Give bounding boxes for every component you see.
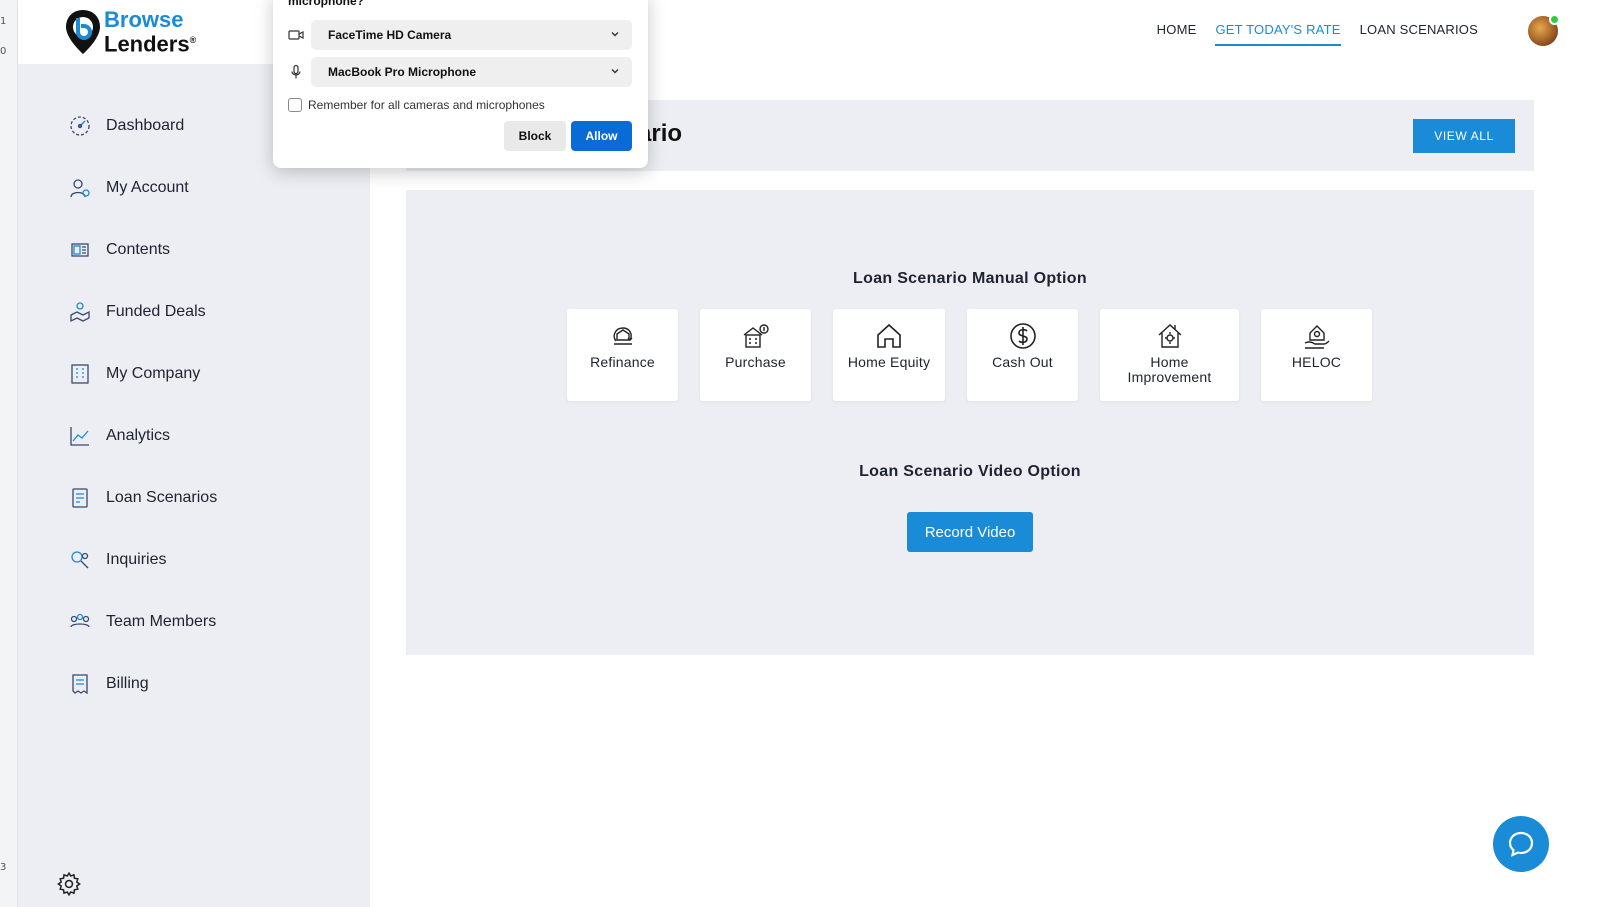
- analytics-icon: [68, 424, 92, 448]
- top-nav: HOME GET TODAY'S RATE LOAN SCENARIOS: [1157, 22, 1478, 46]
- sidebar-item-label: Loan Scenarios: [106, 489, 218, 506]
- nav-loan-scenarios[interactable]: LOAN SCENARIOS: [1360, 22, 1478, 46]
- video-option-title: Loan Scenario Video Option: [859, 463, 1081, 480]
- allow-button[interactable]: Allow: [571, 121, 632, 151]
- home-improvement-icon: [1158, 324, 1181, 348]
- option-label: Home Equity: [847, 354, 931, 370]
- microphone-icon: [291, 64, 301, 79]
- camera-select-row: FaceTime HD Camera: [288, 20, 632, 50]
- logo-line-1: Browse: [104, 7, 184, 32]
- sidebar-item-analytics[interactable]: Analytics: [68, 421, 170, 451]
- gear-icon[interactable]: [56, 871, 82, 897]
- edge-glyph: 1: [0, 16, 7, 27]
- sidebar-item-billing[interactable]: Billing: [68, 669, 149, 699]
- chat-bubble-icon: [1508, 831, 1534, 857]
- avatar[interactable]: [1528, 14, 1560, 46]
- sidebar: Dashboard My Account Contents Funded Dea…: [18, 64, 370, 907]
- remember-checkbox[interactable]: [288, 98, 302, 112]
- logo-pin-icon: [66, 10, 100, 54]
- view-all-button[interactable]: VIEW ALL: [1413, 119, 1515, 153]
- sidebar-item-my-company[interactable]: My Company: [68, 359, 200, 389]
- edge-glyph: 0: [0, 46, 7, 57]
- block-button[interactable]: Block: [504, 121, 566, 151]
- camera-select[interactable]: FaceTime HD Camera: [311, 20, 632, 50]
- option-card-cash-out[interactable]: Cash Out: [967, 309, 1078, 401]
- company-icon: [68, 362, 92, 386]
- logo-registered-mark: ®: [189, 35, 197, 45]
- sidebar-item-label: My Company: [106, 365, 201, 382]
- sidebar-item-label: Inquiries: [106, 551, 167, 568]
- option-card-home-equity[interactable]: Home Equity: [833, 309, 945, 401]
- nav-get-todays-rate[interactable]: GET TODAY'S RATE: [1215, 22, 1341, 46]
- record-video-button[interactable]: Record Video: [907, 512, 1033, 552]
- sidebar-item-team-members[interactable]: Team Members: [68, 607, 216, 637]
- team-members-icon: [68, 610, 92, 634]
- edge-glyph: 3: [0, 862, 7, 873]
- heloc-icon: [1304, 325, 1329, 349]
- sidebar-item-label: Analytics: [106, 427, 171, 444]
- sidebar-item-label: Billing: [106, 675, 149, 692]
- camera-permission-popup: microphone? FaceTime HD Camera MacBook P…: [273, 0, 648, 168]
- refinance-icon: [613, 327, 632, 345]
- remember-label: Remember for all cameras and microphones: [308, 98, 545, 112]
- chevron-down-icon: [611, 69, 619, 74]
- logo-wordmark: Browse Lenders®: [104, 7, 197, 57]
- sidebar-item-inquiries[interactable]: Inquiries: [68, 545, 166, 575]
- dashboard-icon: [68, 114, 92, 138]
- funded-deals-icon: [68, 300, 92, 324]
- billing-icon: [68, 672, 92, 696]
- inquiries-icon: [68, 548, 92, 572]
- sidebar-item-loan-scenarios[interactable]: Loan Scenarios: [68, 483, 217, 513]
- sidebar-item-label: Team Members: [106, 613, 217, 630]
- logo[interactable]: Browse Lenders®: [64, 8, 214, 56]
- cash-out-icon: [1009, 323, 1036, 349]
- home-equity-icon: [877, 323, 901, 348]
- nav-home[interactable]: HOME: [1157, 22, 1197, 46]
- top-header: Browse Lenders® HOME GET TODAY'S RATE LO…: [18, 0, 1600, 64]
- chat-launcher[interactable]: [1493, 816, 1549, 872]
- sidebar-item-label: My Account: [106, 179, 189, 196]
- sidebar-item-label: Funded Deals: [106, 303, 206, 320]
- sidebar-item-contents[interactable]: Contents: [68, 235, 170, 265]
- sidebar-item-dashboard[interactable]: Dashboard: [68, 111, 184, 141]
- left-edge-strip: 1 0 3: [0, 0, 18, 907]
- option-label: Home Improvement: [1127, 354, 1212, 385]
- option-card-heloc[interactable]: HELOC: [1261, 309, 1372, 401]
- logo-line-2: Lenders: [104, 31, 190, 57]
- remember-choice[interactable]: Remember for all cameras and microphones: [288, 98, 545, 112]
- option-card-home-improvement[interactable]: Home Improvement: [1100, 309, 1239, 401]
- chevron-down-icon: [611, 32, 619, 37]
- camera-select-value: FaceTime HD Camera: [328, 28, 452, 42]
- microphone-select-row: MacBook Pro Microphone: [288, 57, 632, 87]
- account-icon: [68, 176, 92, 200]
- loan-scenarios-icon: [68, 486, 92, 510]
- popup-title: microphone?: [288, 0, 365, 8]
- microphone-select-value: MacBook Pro Microphone: [328, 65, 477, 79]
- online-status-dot: [1549, 14, 1560, 25]
- sidebar-item-funded-deals[interactable]: Funded Deals: [68, 297, 206, 327]
- camera-icon: [288, 30, 304, 40]
- purchase-icon: [743, 324, 769, 348]
- option-label: Refinance: [590, 354, 655, 370]
- sidebar-item-label: Contents: [106, 241, 171, 258]
- option-label: Cash Out: [992, 354, 1053, 370]
- option-label: Purchase: [725, 354, 786, 370]
- sidebar-item-label: Dashboard: [106, 117, 185, 134]
- main-content: ario VIEW ALL Loan Scenario Manual Optio…: [370, 64, 1600, 907]
- manual-option-title: Loan Scenario Manual Option: [853, 270, 1087, 287]
- sidebar-item-my-account[interactable]: My Account: [68, 173, 189, 203]
- contents-icon: [68, 238, 92, 262]
- option-card-purchase[interactable]: Purchase: [700, 309, 811, 401]
- loan-scenario-panel: Loan Scenario Manual Option Refinance Pu…: [406, 190, 1534, 655]
- option-card-refinance[interactable]: Refinance: [567, 309, 678, 401]
- microphone-select[interactable]: MacBook Pro Microphone: [311, 57, 632, 87]
- option-label: HELOC: [1291, 354, 1342, 370]
